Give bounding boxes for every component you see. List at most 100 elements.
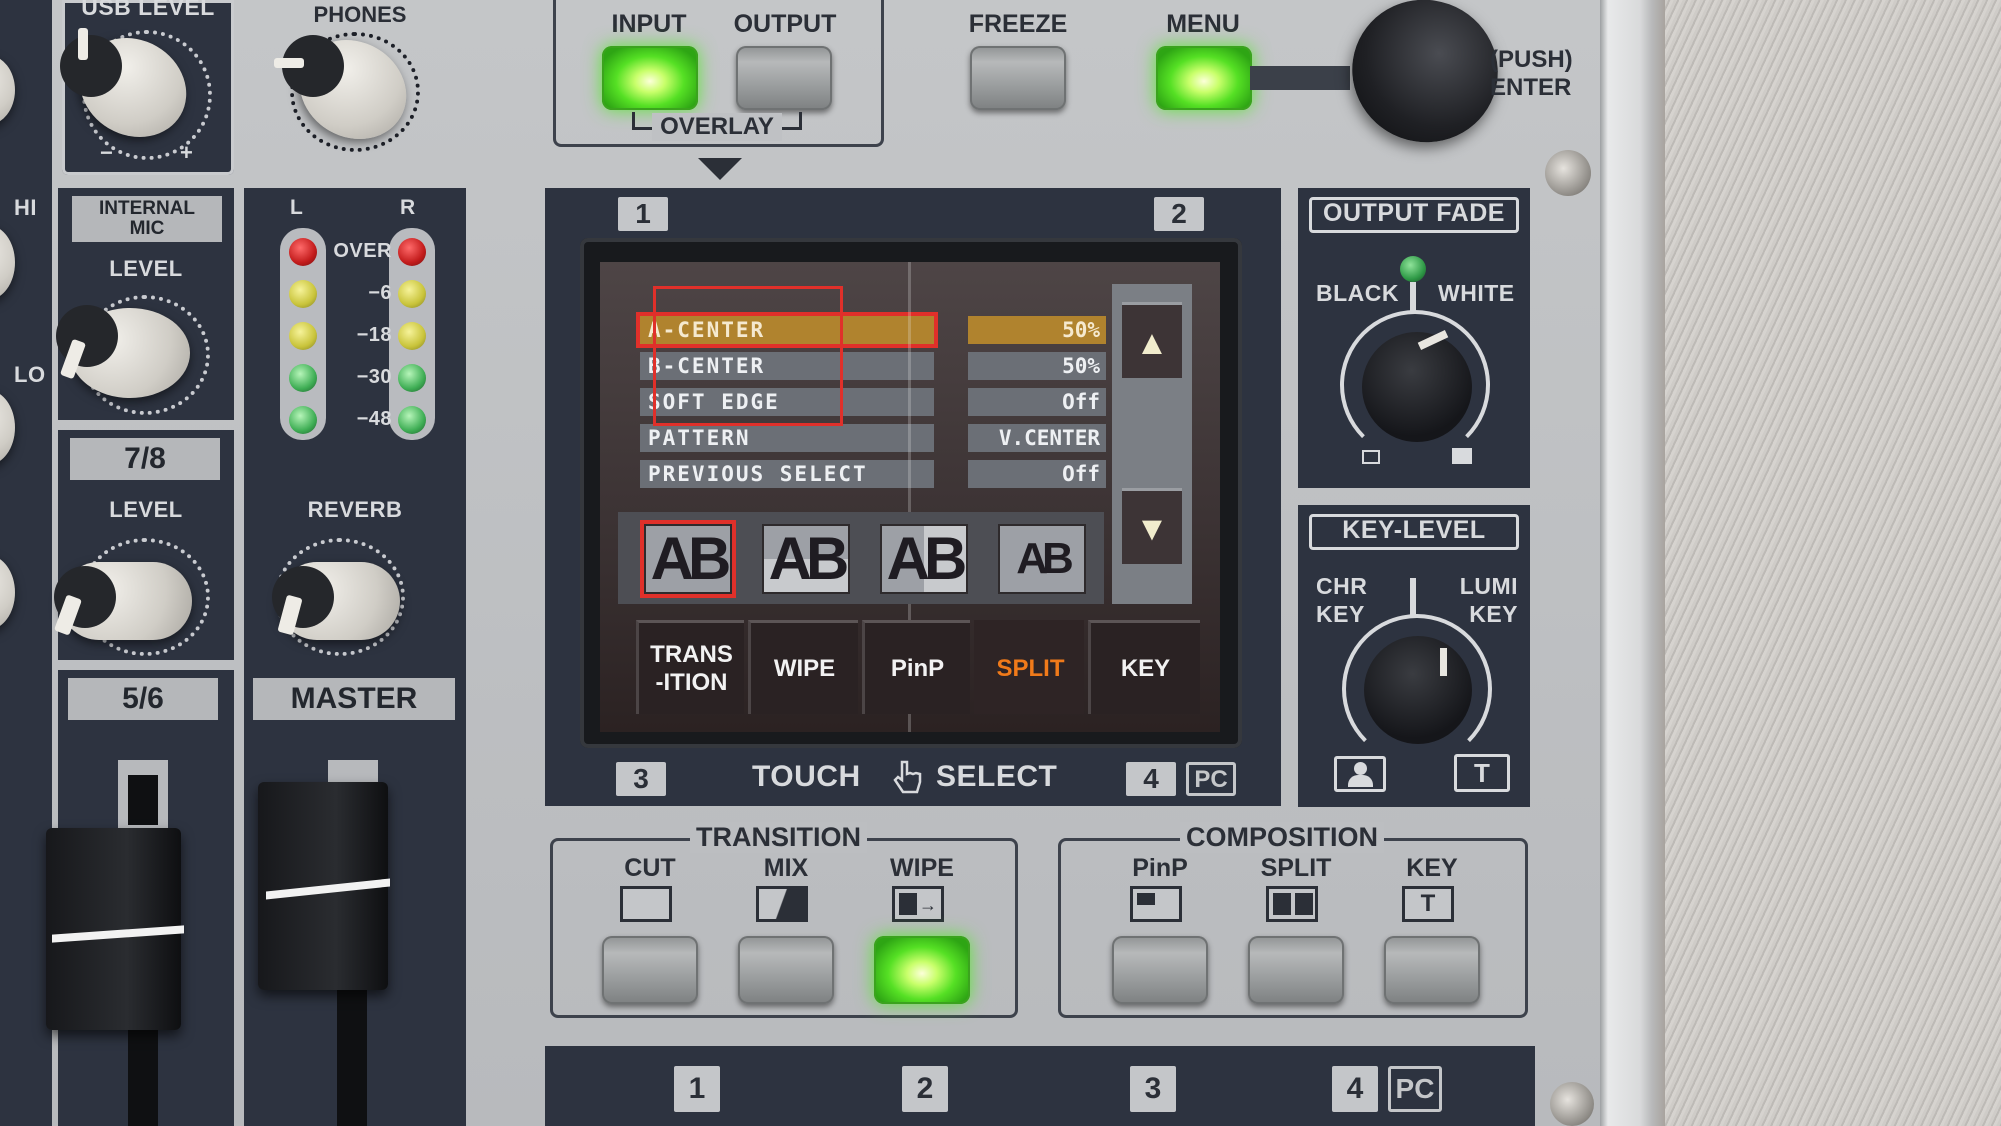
overlay-label: OVERLAY: [652, 113, 782, 141]
cut-icon: [620, 886, 672, 922]
meter-led-left: [289, 280, 317, 308]
wipe-icon: →: [892, 886, 944, 922]
touch-caption: TOUCH: [752, 760, 861, 793]
screen-tab-wipe[interactable]: WIPE: [748, 620, 858, 714]
pattern-v-split-button[interactable]: AB: [880, 524, 968, 594]
key-icon: T: [1402, 886, 1454, 922]
output-fade-title: OUTPUT FADE: [1323, 199, 1505, 227]
mix-icon: [756, 886, 808, 922]
touch-screen[interactable]: A-CENTER 50% B-CENTER 50% SOFT EDGE Off PATTER…: [600, 262, 1220, 732]
screen-tab-label: PinP: [890, 654, 945, 682]
freeze-button[interactable]: [970, 46, 1066, 110]
key-level-indicator: [1440, 648, 1447, 676]
lumi-key-label-2: KEY: [1469, 601, 1518, 627]
meter-led-left: [289, 364, 317, 392]
pattern-v-center-button[interactable]: AB: [644, 524, 732, 594]
screen-row-name[interactable]: PATTERN: [640, 424, 934, 452]
chassis-edge: [1600, 0, 1665, 1126]
key-level-knob[interactable]: [1364, 636, 1472, 744]
output-fade-knob[interactable]: [1362, 332, 1472, 442]
screen-row-name[interactable]: PREVIOUS SELECT: [640, 460, 934, 488]
transition-cut-label: CUT: [624, 854, 676, 882]
overlay-input-label: INPUT: [611, 10, 687, 38]
meter-left-label: L: [290, 196, 304, 219]
composition-title: COMPOSITION: [1180, 822, 1385, 853]
transition-cut-button[interactable]: [602, 936, 698, 1004]
transition-wipe-button[interactable]: [874, 936, 970, 1004]
pattern-h-split-button[interactable]: AB: [998, 524, 1086, 594]
white-square-icon: [1452, 448, 1472, 464]
screen-tag-2: 2: [1154, 197, 1204, 231]
screen-tab-label-line2: -ITION: [655, 668, 728, 696]
ch78-level-label: LEVEL: [109, 497, 183, 522]
select-caption: SELECT: [936, 760, 1058, 793]
meter-scale-label: −48: [356, 408, 392, 430]
output-fade-black-label: BLACK: [1316, 280, 1399, 306]
hand-pointer-icon: [893, 760, 923, 796]
screen-row-value[interactable]: 50%: [968, 352, 1106, 380]
screen-tab-trans[interactable]: TRANS -ITION: [636, 620, 744, 714]
usb-max-label: +: [180, 140, 194, 165]
freeze-label: FREEZE: [968, 10, 1068, 38]
enter-label-push: (PUSH): [1490, 46, 1573, 73]
input-tag-2: 2: [902, 1066, 948, 1112]
screen-tab-split[interactable]: SPLIT: [974, 620, 1084, 714]
screen-row-value[interactable]: V.CENTER: [968, 424, 1106, 452]
meter-scale-label: OVER: [333, 240, 392, 262]
eq-strip: [0, 0, 52, 1126]
input-tag-4: 4: [1332, 1066, 1378, 1112]
meter-led-right: [398, 280, 426, 308]
meter-led-right: [398, 406, 426, 434]
screen-tab-key[interactable]: KEY: [1088, 620, 1200, 714]
ch56-plate: 5/6: [68, 678, 218, 720]
meter-led-left: [289, 406, 317, 434]
meter-led-left: [289, 238, 317, 266]
screen-tab-label: TRANS: [650, 640, 733, 668]
eq-lo-label: LO: [14, 362, 46, 387]
input-tag-3: 3: [1130, 1066, 1176, 1112]
screen-row-value[interactable]: 50%: [968, 316, 1106, 344]
scroll-down-button[interactable]: ▼: [1122, 488, 1182, 564]
fabric-background: [1665, 0, 2001, 1126]
usb-level-indicator: [78, 28, 88, 60]
pattern-h-center-button[interactable]: AB: [762, 524, 850, 594]
screw-bottom: [1550, 1082, 1594, 1126]
ch56-fader-slot: [128, 775, 158, 825]
output-fade-center-mark: [1410, 282, 1416, 312]
composition-split-button[interactable]: [1248, 936, 1344, 1004]
scroll-up-button[interactable]: ▲: [1122, 302, 1182, 378]
screen-row-value[interactable]: Off: [968, 460, 1106, 488]
screen-tab-pinp[interactable]: PinP: [862, 620, 970, 714]
transition-wipe-label: WIPE: [890, 854, 954, 882]
meter-scale-label: −30: [356, 366, 392, 388]
input-tag-1: 1: [674, 1066, 720, 1112]
chr-key-label-2: KEY: [1316, 601, 1365, 627]
screen-tag-4: 4: [1126, 762, 1176, 796]
overlay-output-button[interactable]: [736, 46, 832, 110]
screen-row-value[interactable]: Off: [968, 388, 1106, 416]
overlay-arrow-icon: [698, 158, 742, 180]
phones-label: PHONES: [313, 2, 407, 27]
screw-top: [1545, 150, 1591, 196]
meter-led-left: [289, 322, 317, 350]
lumi-key-label-1: LUMI: [1459, 573, 1518, 599]
transition-mix-button[interactable]: [738, 936, 834, 1004]
menu-button[interactable]: [1156, 46, 1252, 110]
overlay-input-button[interactable]: [602, 46, 698, 110]
pinp-icon: [1130, 886, 1182, 922]
screen-tag-3: 3: [616, 762, 666, 796]
key-level-title: KEY-LEVEL: [1342, 516, 1486, 544]
usb-min-label: −: [100, 140, 114, 165]
composition-split-label: SPLIT: [1260, 854, 1332, 882]
focus-frame: [653, 286, 843, 426]
transition-mix-label: MIX: [763, 854, 809, 882]
meter-led-right: [398, 364, 426, 392]
menu-label: MENU: [1166, 10, 1240, 38]
composition-key-button[interactable]: [1384, 936, 1480, 1004]
chr-key-label-1: CHR: [1316, 573, 1368, 599]
internal-mic-plate: INTERNAL MIC: [72, 196, 222, 242]
key-level-center-mark: [1410, 578, 1416, 618]
meter-led-right: [398, 238, 426, 266]
composition-pinp-label: PinP: [1132, 854, 1188, 882]
composition-pinp-button[interactable]: [1112, 936, 1208, 1004]
